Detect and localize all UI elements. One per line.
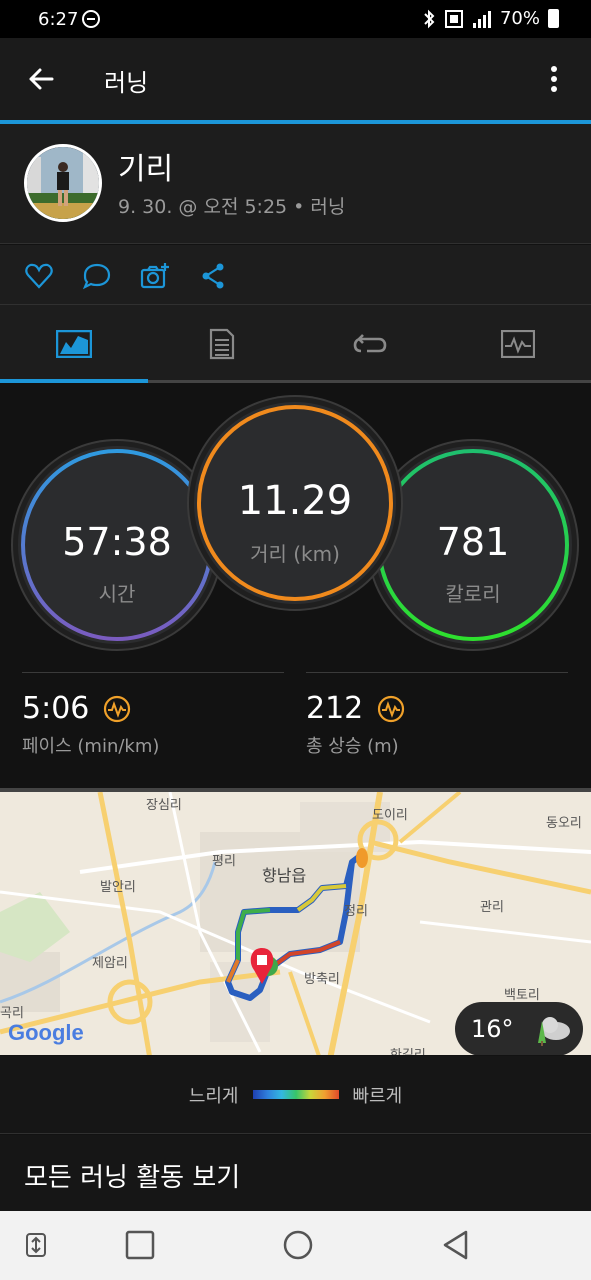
activity-name: 기리: [118, 152, 174, 187]
distance-value: 11.29: [237, 478, 353, 524]
map-label-8: 제암리: [92, 956, 128, 971]
avatar[interactable]: [24, 144, 102, 222]
route-map[interactable]: 장심리 도이리 동오리 평리 향남읍 발안리 정리 관리 제암리 방축리 백토리…: [0, 788, 591, 1055]
view-all-runs-label: 모든 러닝 활동 보기: [24, 1163, 241, 1193]
map-label-12: 곡리: [0, 1006, 24, 1021]
more-options-icon[interactable]: [539, 64, 569, 94]
system-nav-bar: [0, 1211, 591, 1280]
pace-stat[interactable]: 5:06 페이스 (min/km): [22, 672, 284, 758]
ascent-label: 총 상승 (m): [306, 736, 399, 757]
elevation-chart-icon: [378, 695, 405, 722]
like-heart-icon[interactable]: [24, 261, 54, 291]
signal-icon: [472, 10, 491, 28]
cloud-tree-weather-icon: [537, 1017, 570, 1046]
legend-fast-label: 빠르게: [352, 1085, 403, 1107]
add-photo-icon[interactable]: [140, 261, 170, 291]
action-row: [0, 245, 591, 305]
tab-details[interactable]: [148, 305, 296, 383]
battery-percent: 70%: [499, 8, 540, 29]
map-label-6: 정리: [344, 904, 368, 919]
recent-apps-icon[interactable]: [124, 1229, 156, 1261]
view-all-runs[interactable]: 모든 러닝 활동 보기: [0, 1135, 591, 1211]
pace-value: 5:06: [22, 691, 90, 726]
map-label-7: 관리: [480, 900, 504, 915]
pace-label: 페이스 (min/km): [22, 736, 160, 757]
weather-temperature: 16°: [471, 1015, 514, 1043]
ascent-stat[interactable]: 212 총 상승 (m): [306, 672, 568, 758]
do-not-disturb-icon: [82, 10, 100, 28]
back-arrow-icon[interactable]: [26, 64, 56, 94]
status-time: 6:27: [38, 9, 79, 30]
distance-label: 거리 (km): [250, 542, 340, 566]
map-label-10: 백토리: [504, 988, 540, 1003]
calories-label: 칼로리: [445, 582, 501, 606]
time-ring: 57:38 시간: [18, 446, 216, 644]
tab-overview[interactable]: [0, 305, 148, 383]
share-icon[interactable]: [198, 261, 228, 291]
distance-ring: 11.29 거리 (km): [194, 402, 396, 604]
map-label-1: 도이리: [372, 808, 408, 823]
map-label-9: 방축리: [304, 972, 340, 987]
time-value: 57:38: [62, 520, 172, 564]
tab-stats[interactable]: [444, 305, 591, 383]
map-label-2: 동오리: [546, 816, 582, 831]
map-label-5: 발안리: [100, 880, 136, 895]
time-label: 시간: [98, 582, 136, 606]
google-logo-text: Google: [8, 1020, 84, 1045]
weather-badge[interactable]: 16°: [455, 1002, 583, 1055]
heart-rate-chart-icon: [501, 330, 535, 358]
map-label-0: 장심리: [146, 798, 182, 813]
map-label-11: 한길리: [390, 1044, 426, 1055]
battery-icon: [548, 9, 559, 28]
speed-legend: 느리게 빠르게: [0, 1056, 591, 1134]
activity-meta: 9. 30. @ 오전 5:25 • 러닝: [118, 196, 346, 218]
status-bar: 6:27 70%: [0, 0, 591, 38]
document-icon: [209, 328, 235, 360]
speed-gradient-bar: [252, 1090, 339, 1099]
ascent-value: 212: [306, 691, 364, 726]
map-label-4: 향남읍: [262, 866, 307, 885]
home-icon[interactable]: [282, 1229, 314, 1261]
calories-value: 781: [436, 520, 510, 564]
google-attribution: Google: [8, 1020, 84, 1046]
laps-loop-icon: [353, 334, 387, 353]
legend-slow-label: 느리게: [188, 1085, 239, 1107]
overview-chart-icon: [56, 330, 92, 358]
map-label-3: 평리: [212, 854, 236, 869]
tab-laps[interactable]: [296, 305, 444, 383]
nfc-icon: [444, 9, 463, 28]
tab-bar: [0, 305, 591, 383]
comment-icon[interactable]: [82, 261, 112, 291]
activity-header: 기리 9. 30. @ 오전 5:25 • 러닝: [0, 124, 591, 244]
pace-chart-icon: [104, 695, 131, 722]
app-bar: 러닝: [0, 38, 591, 124]
keyboard-toggle-icon[interactable]: [20, 1229, 52, 1261]
bluetooth-icon: [424, 9, 435, 28]
tab-indicator: [0, 379, 148, 383]
calories-ring: 781 칼로리: [374, 446, 572, 644]
page-title: 러닝: [104, 69, 149, 97]
back-nav-icon[interactable]: [440, 1229, 472, 1261]
